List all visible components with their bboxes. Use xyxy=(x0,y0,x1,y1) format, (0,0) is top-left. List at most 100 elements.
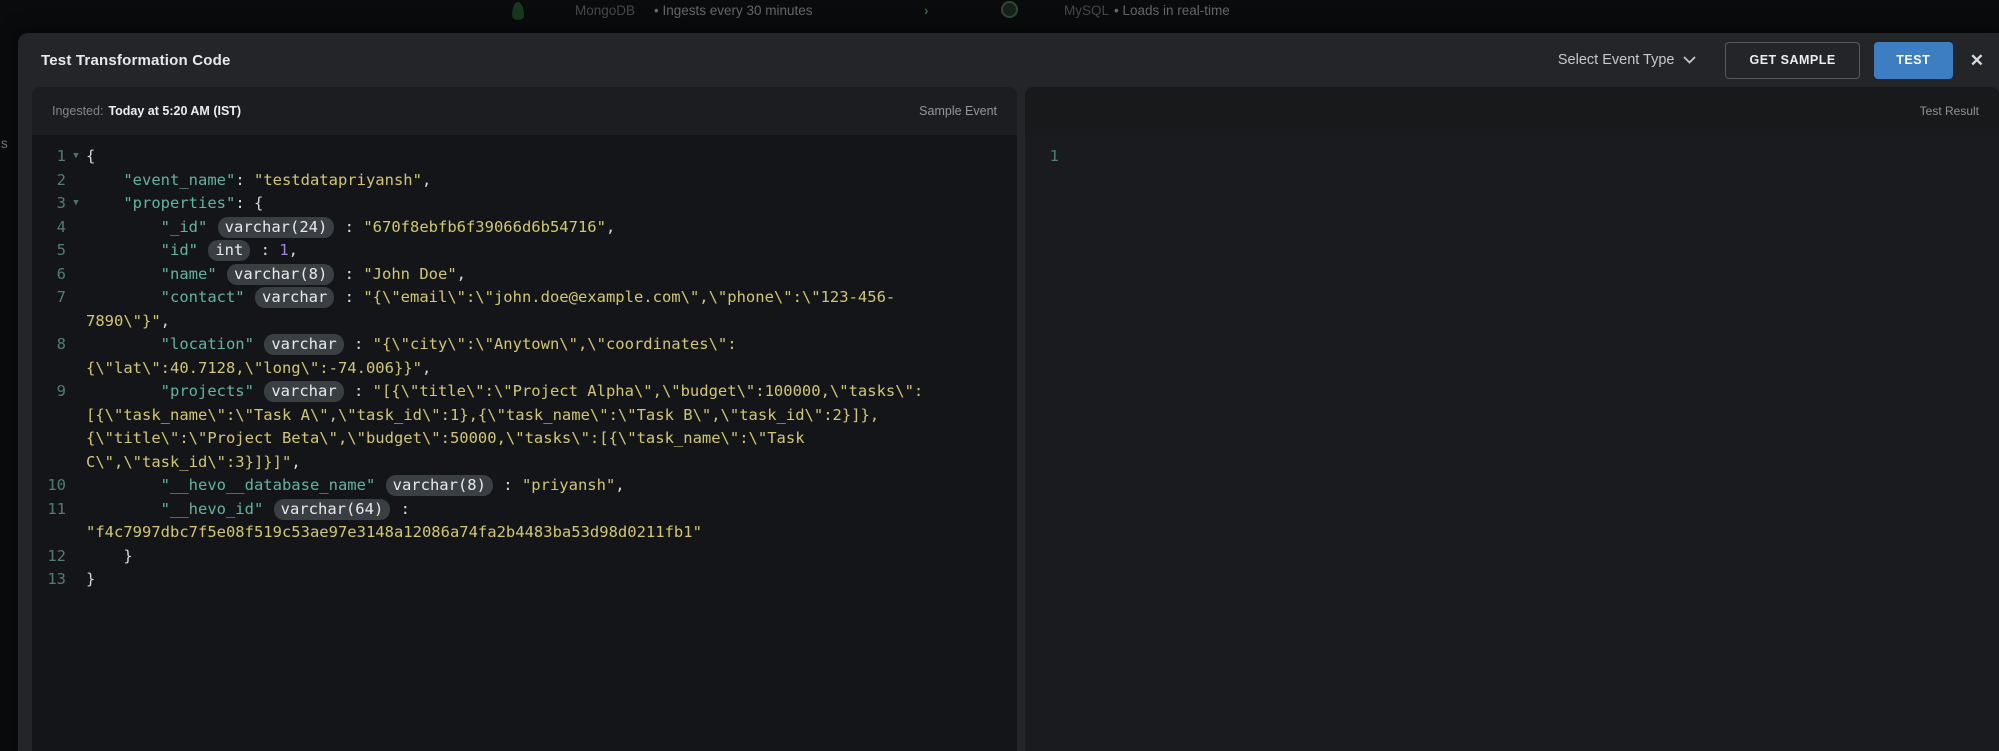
code-text: "contact" varchar : "{\"email\":\"john.d… xyxy=(86,286,895,310)
event-type-dropdown-label: Select Event Type xyxy=(1558,52,1675,68)
background-pipeline-bar: MongoDB • Ingests every 30 minutes › MyS… xyxy=(0,0,1999,23)
line-number: 6 xyxy=(32,263,66,287)
datatype-pill: int xyxy=(208,240,250,261)
code-line[interactable]: {\"title\":\"Project Beta\",\"budget\":5… xyxy=(32,427,1017,451)
line-number: 7 xyxy=(32,286,66,310)
code-line[interactable]: C\",\"task_id\":3}]}]", xyxy=(32,451,1017,475)
line-number: 9 xyxy=(32,380,66,404)
line-number: 2 xyxy=(32,169,66,193)
code-line[interactable]: 7890\"}", xyxy=(32,310,1017,334)
code-line[interactable]: 12 } xyxy=(32,545,1017,569)
pipeline-arrow-icon: › xyxy=(924,2,929,20)
line-number: 12 xyxy=(32,545,66,569)
event-type-dropdown[interactable]: Select Event Type xyxy=(1558,52,1697,68)
code-text: "__hevo__database_name" varchar(8) : "pr… xyxy=(86,474,625,498)
background-destination-name: MySQL xyxy=(1064,2,1109,20)
ingested-label: Ingested: xyxy=(52,104,103,118)
code-text: "projects" varchar : "[{\"title\":\"Proj… xyxy=(86,380,923,404)
line-number: 5 xyxy=(32,239,66,263)
close-icon[interactable]: ✕ xyxy=(1970,52,1984,69)
ingested-timestamp: Today at 5:20 AM (IST) xyxy=(108,104,241,118)
code-line[interactable]: 4 "_id" varchar(24) : "670f8ebfb6f39066d… xyxy=(32,216,1017,240)
test-result-panel: Test Result 1 xyxy=(1025,87,1999,751)
code-line[interactable]: 2 "event_name": "testdatapriyansh", xyxy=(32,169,1017,193)
modal-body: Ingested: Today at 5:20 AM (IST) Sample … xyxy=(18,87,1999,751)
code-text: [{\"task_name\":\"Task A\",\"task_id\":1… xyxy=(86,404,879,428)
fold-arrow-icon[interactable]: ▼ xyxy=(66,145,86,169)
code-text: { xyxy=(86,145,95,169)
code-line[interactable]: 7 "contact" varchar : "{\"email\":\"john… xyxy=(32,286,1017,310)
line-number xyxy=(32,404,66,428)
fold-gutter xyxy=(66,404,86,428)
code-line[interactable]: 3▼ "properties": { xyxy=(32,192,1017,216)
sample-event-header: Ingested: Today at 5:20 AM (IST) Sample … xyxy=(32,87,1017,135)
sample-event-code-editor[interactable]: 1▼{2 "event_name": "testdatapriyansh",3▼… xyxy=(32,135,1017,751)
code-text: {\"lat\":40.7128,\"long\":-74.006}}", xyxy=(86,357,431,381)
datatype-pill: varchar(64) xyxy=(274,499,391,520)
datatype-pill: varchar xyxy=(255,287,334,308)
code-line[interactable]: [{\"task_name\":\"Task A\",\"task_id\":1… xyxy=(32,404,1017,428)
fold-gutter xyxy=(66,357,86,381)
line-number xyxy=(32,357,66,381)
test-result-code-editor[interactable]: 1 xyxy=(1025,135,1999,751)
datatype-pill: varchar(24) xyxy=(218,217,335,238)
fold-arrow-icon[interactable]: ▼ xyxy=(66,192,86,216)
code-line[interactable]: "f4c7997dbc7f5e08f519c53ae97e3148a12086a… xyxy=(32,521,1017,545)
fold-gutter xyxy=(66,216,86,240)
fold-gutter xyxy=(66,169,86,193)
sample-event-tag: Sample Event xyxy=(919,104,997,118)
code-text: "properties": { xyxy=(86,192,263,216)
mongodb-leaf-icon xyxy=(512,2,524,20)
background-destination-desc: • Loads in real-time xyxy=(1114,2,1230,20)
code-text: "id" int : 1, xyxy=(86,239,298,263)
test-transformation-modal: Test Transformation Code Select Event Ty… xyxy=(18,33,1999,751)
code-line[interactable]: 1▼{ xyxy=(32,145,1017,169)
fold-gutter xyxy=(66,521,86,545)
fold-gutter xyxy=(66,545,86,569)
code-line[interactable]: 13} xyxy=(32,568,1017,592)
code-line[interactable]: {\"lat\":40.7128,\"long\":-74.006}}", xyxy=(32,357,1017,381)
get-sample-button[interactable]: GET SAMPLE xyxy=(1725,42,1859,79)
line-number: 3 xyxy=(32,192,66,216)
sample-event-panel: Ingested: Today at 5:20 AM (IST) Sample … xyxy=(32,87,1017,751)
fold-gutter xyxy=(66,333,86,357)
background-edge-text: s xyxy=(1,136,8,151)
code-line[interactable]: 10 "__hevo__database_name" varchar(8) : … xyxy=(32,474,1017,498)
line-number xyxy=(32,521,66,545)
line-number: 13 xyxy=(32,568,66,592)
code-text: "f4c7997dbc7f5e08f519c53ae97e3148a12086a… xyxy=(86,521,702,545)
fold-gutter xyxy=(66,310,86,334)
code-line[interactable]: 11 "__hevo_id" varchar(64) : xyxy=(32,498,1017,522)
test-result-tag: Test Result xyxy=(1920,104,1979,118)
line-number xyxy=(32,451,66,475)
line-number: 8 xyxy=(32,333,66,357)
code-line[interactable]: 9 "projects" varchar : "[{\"title\":\"Pr… xyxy=(32,380,1017,404)
fold-gutter xyxy=(66,263,86,287)
background-source-name: MongoDB xyxy=(575,2,635,20)
fold-gutter xyxy=(66,427,86,451)
line-number: 4 xyxy=(32,216,66,240)
fold-gutter xyxy=(66,239,86,263)
code-line[interactable]: 1 xyxy=(1025,145,1999,169)
code-text: 7890\"}", xyxy=(86,310,170,334)
code-line[interactable]: 6 "name" varchar(8) : "John Doe", xyxy=(32,263,1017,287)
test-button[interactable]: TEST xyxy=(1874,42,1953,79)
fold-gutter xyxy=(66,498,86,522)
pipeline-logo-icon xyxy=(1001,1,1018,18)
line-number: 10 xyxy=(32,474,66,498)
code-text: "location" varchar : "{\"city\":\"Anytow… xyxy=(86,333,737,357)
fold-gutter xyxy=(1059,145,1079,169)
line-number xyxy=(32,427,66,451)
fold-gutter xyxy=(66,286,86,310)
line-number: 1 xyxy=(32,145,66,169)
datatype-pill: varchar xyxy=(264,381,343,402)
chevron-down-icon xyxy=(1683,56,1696,64)
code-line[interactable]: 5 "id" int : 1, xyxy=(32,239,1017,263)
fold-gutter xyxy=(66,474,86,498)
line-number: 1 xyxy=(1025,145,1059,169)
code-text: C\",\"task_id\":3}]}]", xyxy=(86,451,301,475)
datatype-pill: varchar(8) xyxy=(227,264,334,285)
code-text: "event_name": "testdatapriyansh", xyxy=(86,169,431,193)
code-text: "_id" varchar(24) : "670f8ebfb6f39066d6b… xyxy=(86,216,615,240)
code-line[interactable]: 8 "location" varchar : "{\"city\":\"Anyt… xyxy=(32,333,1017,357)
